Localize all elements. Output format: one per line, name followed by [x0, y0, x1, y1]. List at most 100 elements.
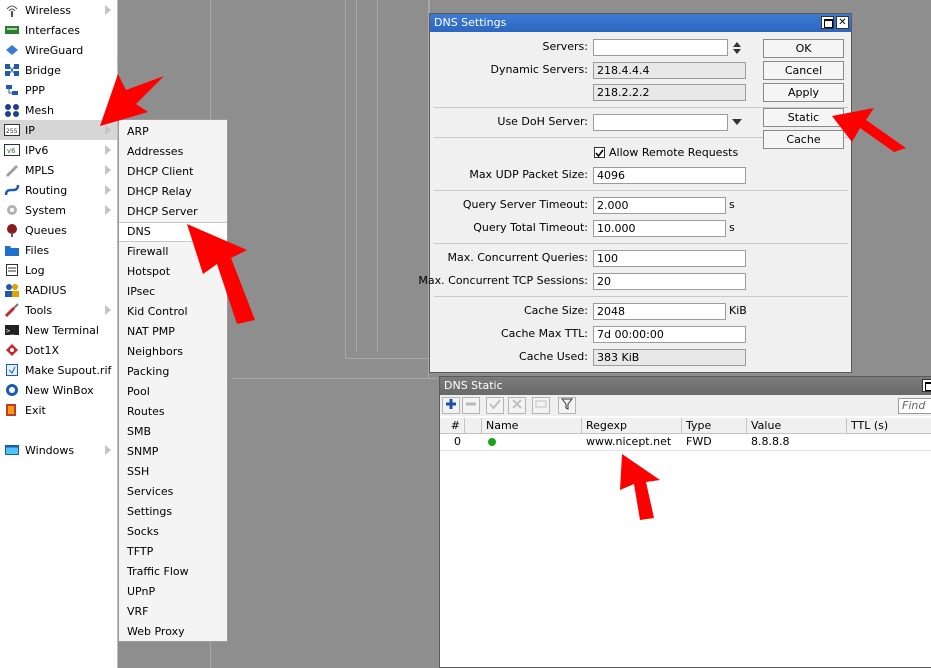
- column-header-value[interactable]: Value: [747, 418, 847, 434]
- enable-button[interactable]: [486, 397, 504, 414]
- add-button[interactable]: [442, 397, 460, 414]
- sidebar-item-ipv6[interactable]: v6 IPv6: [0, 140, 117, 160]
- submenu-item-services[interactable]: Services: [119, 482, 227, 502]
- red-arrow-to-static: [832, 108, 906, 152]
- sidebar-item-make-supout[interactable]: Make Supout.rif: [0, 360, 117, 380]
- submenu-arrow-icon: [105, 205, 111, 215]
- cache-max-ttl-input[interactable]: 7d 00:00:00: [593, 326, 746, 343]
- max-udp-input[interactable]: 4096: [593, 167, 746, 184]
- sidebar-item-windows[interactable]: Windows: [0, 440, 117, 460]
- sidebar-item-system[interactable]: System: [0, 200, 117, 220]
- dropdown-icon[interactable]: [732, 118, 742, 132]
- query-total-timeout-input[interactable]: 10.000: [593, 220, 726, 237]
- ok-button[interactable]: OK: [763, 39, 844, 58]
- submenu-item-neighbors[interactable]: Neighbors: [119, 342, 227, 362]
- submenu-item-pool[interactable]: Pool: [119, 382, 227, 402]
- sidebar-item-label: Exit: [25, 403, 46, 417]
- submenu-arrow-icon: [105, 185, 111, 195]
- dns-settings-titlebar[interactable]: DNS Settings ✕: [430, 14, 851, 32]
- separator: [434, 243, 848, 244]
- submenu-item-dhcp-client[interactable]: DHCP Client: [119, 162, 227, 182]
- sidebar-item-mpls[interactable]: MPLS: [0, 160, 117, 180]
- column-header-regexp[interactable]: Regexp: [582, 418, 682, 434]
- remove-button[interactable]: [462, 397, 480, 414]
- sidebar-item-exit[interactable]: Exit: [0, 400, 117, 420]
- background-window-outline: [356, 0, 378, 352]
- sidebar-item-radius[interactable]: RADIUS: [0, 280, 117, 300]
- submenu-item-smb[interactable]: SMB: [119, 422, 227, 442]
- sidebar-item-tools[interactable]: Tools: [0, 300, 117, 320]
- sidebar-item-label: New Terminal: [25, 323, 99, 337]
- maximize-button[interactable]: [922, 379, 931, 392]
- submenu-item-ssh[interactable]: SSH: [119, 462, 227, 482]
- find-input[interactable]: Find: [898, 398, 931, 414]
- sidebar-item-label: Files: [25, 243, 50, 257]
- maximize-icon: [824, 19, 833, 28]
- close-button[interactable]: ✕: [836, 16, 849, 29]
- dns-settings-window: DNS Settings ✕ Servers: Dynamic Servers:…: [418, 13, 852, 373]
- use-doh-select[interactable]: [593, 114, 728, 131]
- svg-text:v6: v6: [7, 147, 16, 155]
- column-header-index[interactable]: #: [440, 418, 465, 434]
- sidebar-item-label: Routing: [25, 183, 68, 197]
- submenu-item-dhcp-relay[interactable]: DHCP Relay: [119, 182, 227, 202]
- submenu-item-upnp[interactable]: UPnP: [119, 582, 227, 602]
- table-row[interactable]: 0 www.nicept.net FWD 8.8.8.8: [440, 434, 931, 451]
- dynamic-server-2-field: 218.2.2.2: [593, 84, 746, 101]
- dynamic-servers-label: Dynamic Servers:: [490, 63, 588, 76]
- submenu-item-tftp[interactable]: TFTP: [119, 542, 227, 562]
- disable-button[interactable]: [508, 397, 526, 414]
- submenu-item-socks[interactable]: Socks: [119, 522, 227, 542]
- column-header-type[interactable]: Type: [682, 418, 747, 434]
- minus-icon: [466, 402, 476, 406]
- column-header-flag[interactable]: [465, 418, 482, 434]
- submenu-item-settings[interactable]: Settings: [119, 502, 227, 522]
- sidebar-item-dot1x[interactable]: Dot1X: [0, 340, 117, 360]
- sidebar-item-wireless[interactable]: Wireless: [0, 0, 117, 20]
- sidebar-item-label: WireGuard: [25, 43, 84, 57]
- submenu-item-packing[interactable]: Packing: [119, 362, 227, 382]
- sidebar-item-files[interactable]: Files: [0, 240, 117, 260]
- submenu-item-dhcp-server[interactable]: DHCP Server: [119, 202, 227, 222]
- submenu-item-snmp[interactable]: SNMP: [119, 442, 227, 462]
- row-name: [498, 434, 502, 449]
- window-title: DNS Settings: [434, 16, 507, 29]
- sidebar-item-queues[interactable]: Queues: [0, 220, 117, 240]
- mpls-icon: [4, 163, 20, 177]
- checkmark-icon: [595, 149, 604, 158]
- column-header-ttl[interactable]: TTL (s): [847, 418, 931, 434]
- submenu-item-traffic-flow[interactable]: Traffic Flow: [119, 562, 227, 582]
- max-concurrent-queries-input[interactable]: 100: [593, 250, 746, 267]
- sidebar-item-wireguard[interactable]: WireGuard: [0, 40, 117, 60]
- sidebar-item-interfaces[interactable]: Interfaces: [0, 20, 117, 40]
- sidebar-item-new-terminal[interactable]: >_ New Terminal: [0, 320, 117, 340]
- windows-icon: [4, 443, 20, 457]
- terminal-icon: >_: [4, 323, 20, 337]
- maximize-button[interactable]: [821, 16, 834, 29]
- updown-icon[interactable]: [732, 41, 742, 55]
- submenu-item-vrf[interactable]: VRF: [119, 602, 227, 622]
- sidebar-item-label: MPLS: [25, 163, 55, 177]
- max-concurrent-tcp-label: Max. Concurrent TCP Sessions:: [418, 274, 588, 287]
- max-concurrent-tcp-input[interactable]: 20: [593, 273, 746, 290]
- query-server-timeout-input[interactable]: 2.000: [593, 197, 726, 214]
- column-header-name[interactable]: Name: [482, 418, 582, 434]
- cancel-button[interactable]: Cancel: [763, 61, 844, 80]
- sidebar-item-label: PPP: [25, 83, 45, 97]
- apply-button[interactable]: Apply: [763, 83, 844, 102]
- allow-remote-requests-checkbox[interactable]: [594, 147, 605, 158]
- winbox-icon: [4, 383, 20, 397]
- filter-button[interactable]: [558, 397, 576, 414]
- sidebar-item-new-winbox[interactable]: New WinBox: [0, 380, 117, 400]
- sidebar-item-log[interactable]: Log: [0, 260, 117, 280]
- submenu-item-addresses[interactable]: Addresses: [119, 142, 227, 162]
- gear-icon: [4, 203, 20, 217]
- comment-button[interactable]: [532, 397, 550, 414]
- window-title: DNS Static: [444, 379, 503, 392]
- submenu-item-web-proxy[interactable]: Web Proxy: [119, 622, 227, 642]
- servers-input[interactable]: [593, 39, 728, 56]
- submenu-item-routes[interactable]: Routes: [119, 402, 227, 422]
- sidebar-item-routing[interactable]: Routing: [0, 180, 117, 200]
- cache-size-input[interactable]: 2048: [593, 303, 726, 320]
- dns-static-titlebar[interactable]: DNS Static: [440, 377, 931, 395]
